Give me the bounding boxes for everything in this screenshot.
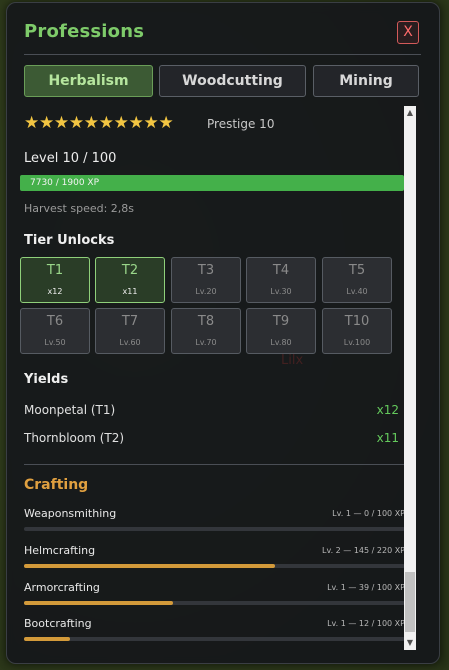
tier-status: Lv.20	[195, 287, 217, 296]
tier-card-t9[interactable]: T9 Lv.80	[246, 308, 316, 354]
profession-content[interactable]: ★★★★★★★★★★ Prestige 10 Level 10 / 100 77…	[7, 105, 405, 653]
tier-status: x11	[122, 287, 138, 296]
crafting-skill-level: Lv. 2 — 145 / 220 XP	[322, 546, 405, 555]
tier-name: T5	[348, 263, 366, 278]
tier-status: Lv.70	[195, 338, 217, 347]
tier-card-t8[interactable]: T8 Lv.70	[171, 308, 241, 354]
tier-name: T9	[272, 314, 290, 329]
yield-item-name: Thornbloom (T2)	[24, 431, 125, 445]
crafting-progress-fill	[24, 564, 276, 568]
tier-name: T10	[344, 314, 370, 329]
crafting-progress-track	[24, 527, 405, 531]
prestige-label: Prestige 10	[207, 117, 275, 131]
tier-card-t10[interactable]: T10 Lv.100	[322, 308, 392, 354]
panel-title: Professions	[24, 21, 145, 42]
tier-name: T3	[197, 263, 215, 278]
crafting-progress-track	[24, 637, 405, 641]
crafting-progress-track	[24, 601, 405, 605]
tier-card-t5[interactable]: T5 Lv.40	[322, 257, 392, 303]
yields-heading: Yields	[24, 372, 69, 387]
crafting-skill-level: Lv. 1 — 0 / 100 XP	[332, 509, 405, 518]
yield-item-count: x12	[376, 403, 399, 417]
crafting-skill-name: Armorcrafting	[24, 581, 100, 594]
crafting-skill-level: Lv. 1 — 39 / 100 XP	[327, 583, 405, 592]
crafting-skill-name: Helmcrafting	[24, 544, 96, 557]
tier-name: T4	[272, 263, 290, 278]
tier-name: T1	[46, 263, 64, 278]
tier-status: Lv.30	[270, 287, 292, 296]
xp-progress-bar: 7730 / 1900 XP	[20, 175, 404, 191]
prestige-stars-icon: ★★★★★★★★★★	[24, 113, 174, 133]
crafting-heading: Crafting	[24, 477, 89, 493]
scroll-up-arrow-icon[interactable]: ▲	[404, 106, 416, 120]
title-divider	[24, 54, 421, 55]
xp-progress-text: 7730 / 1900 XP	[30, 178, 100, 188]
crafting-skill-level: Lv. 1 — 12 / 100 XP	[327, 619, 405, 628]
yield-item-name: Moonpetal (T1)	[24, 403, 116, 417]
tier-unlocks-heading: Tier Unlocks	[24, 233, 115, 248]
tier-name: T6	[46, 314, 64, 329]
tab-herbalism[interactable]: Herbalism	[24, 65, 153, 97]
tier-status: Lv.100	[343, 338, 371, 347]
tier-card-t1[interactable]: T1 x12	[20, 257, 90, 303]
tab-woodcutting[interactable]: Woodcutting	[159, 65, 306, 97]
crafting-skill-name: Bootcrafting	[24, 617, 92, 630]
scrollbar-thumb[interactable]	[405, 572, 415, 632]
tier-card-t7[interactable]: T7 Lv.60	[95, 308, 165, 354]
tier-name: T2	[121, 263, 139, 278]
close-button[interactable]: X	[397, 21, 419, 44]
tier-card-t4[interactable]: T4 Lv.30	[246, 257, 316, 303]
content-scrollbar[interactable]: ▲ ▼	[404, 106, 416, 650]
tier-card-t6[interactable]: T6 Lv.50	[20, 308, 90, 354]
crafting-progress-track	[24, 564, 405, 568]
tier-status: Lv.40	[346, 287, 368, 296]
crafting-divider	[24, 464, 405, 465]
scroll-down-arrow-icon[interactable]: ▼	[404, 636, 416, 650]
level-label: Level 10 / 100	[24, 151, 117, 166]
tier-name: T8	[197, 314, 215, 329]
tier-card-t3[interactable]: T3 Lv.20	[171, 257, 241, 303]
tier-status: x12	[47, 287, 63, 296]
tier-card-t2[interactable]: T2 x11	[95, 257, 165, 303]
yield-item-count: x11	[376, 431, 399, 445]
crafting-skill-name: Weaponsmithing	[24, 507, 117, 520]
tier-status: Lv.50	[44, 338, 66, 347]
tab-mining[interactable]: Mining	[313, 65, 419, 97]
tier-status: Lv.80	[270, 338, 292, 347]
tier-status: Lv.60	[119, 338, 141, 347]
background-player-name: Lilx	[281, 353, 304, 368]
tier-name: T7	[121, 314, 139, 329]
crafting-progress-fill	[24, 637, 70, 641]
crafting-progress-fill	[24, 601, 173, 605]
professions-panel: Professions X Herbalism Woodcutting Mini…	[6, 2, 440, 664]
harvest-speed: Harvest speed: 2,8s	[24, 202, 135, 215]
